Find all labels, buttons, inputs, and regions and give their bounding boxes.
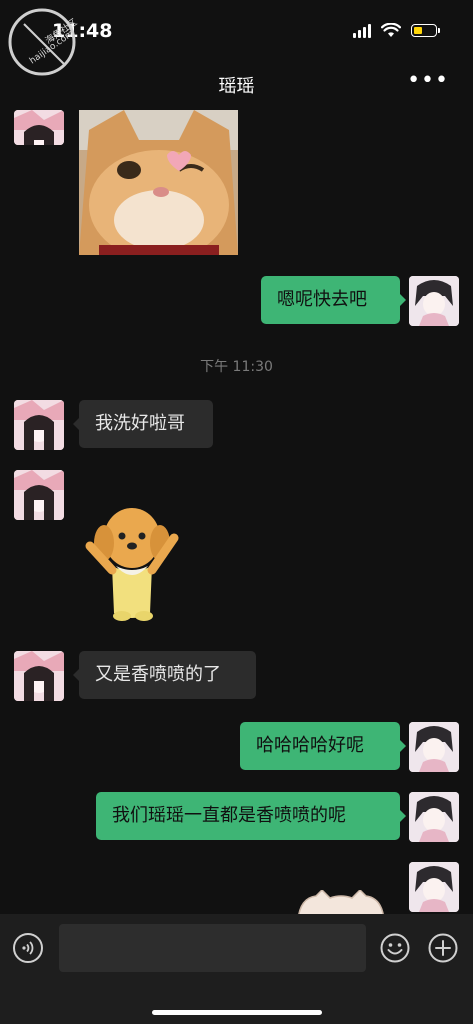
plus-icon[interactable] [428, 933, 458, 963]
home-indicator [152, 1010, 322, 1015]
contact-avatar[interactable] [14, 470, 64, 520]
message-bubble-outgoing[interactable]: 嗯呢快去吧 [261, 276, 406, 324]
wifi-icon [381, 23, 401, 37]
message-bubble-incoming[interactable]: 又是香喷喷的了 [73, 651, 256, 699]
my-avatar[interactable] [409, 862, 459, 912]
my-avatar[interactable] [409, 276, 459, 326]
status-icons [353, 23, 440, 38]
message-input[interactable] [59, 924, 366, 972]
input-bar [0, 914, 473, 1024]
cat-heart-sticker[interactable] [79, 110, 238, 255]
contact-avatar[interactable] [14, 651, 64, 701]
message-timestamp: 下午 11:30 [200, 359, 273, 375]
my-avatar[interactable] [409, 792, 459, 842]
voice-icon[interactable] [13, 933, 43, 963]
message-bubble-outgoing[interactable]: 哈哈哈哈好呢 [240, 722, 406, 770]
chat-header: 瑶瑶 ••• [0, 58, 473, 110]
battery-icon [411, 24, 440, 37]
message-bubble-outgoing[interactable]: 我们瑶瑶一直都是香喷喷的呢 [96, 792, 406, 840]
cellular-signal-icon [353, 23, 371, 38]
more-dots-icon[interactable]: ••• [407, 68, 449, 93]
chat-title: 瑶瑶 [218, 76, 255, 97]
message-bubble-incoming[interactable]: 我洗好啦哥 [73, 400, 213, 448]
puppy-sticker[interactable] [82, 498, 180, 623]
my-avatar[interactable] [409, 722, 459, 772]
emoji-icon[interactable] [380, 933, 410, 963]
contact-avatar[interactable] [14, 110, 64, 145]
contact-avatar[interactable] [14, 400, 64, 450]
